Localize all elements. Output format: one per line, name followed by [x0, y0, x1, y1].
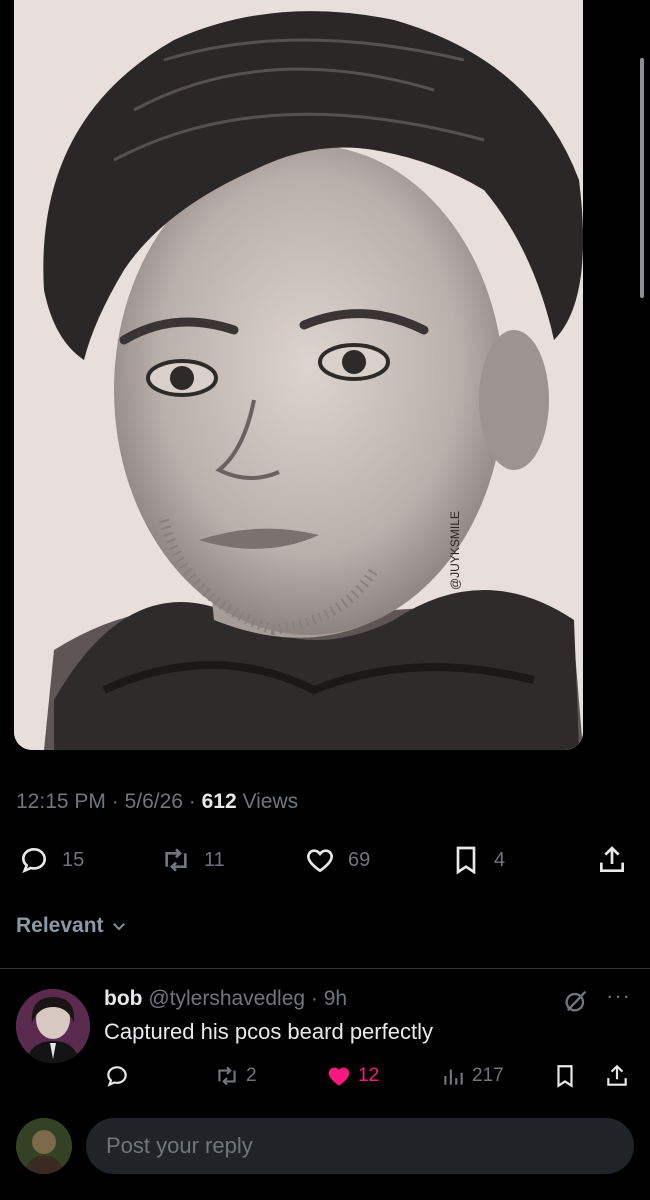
reply-views-count: 217 — [472, 1065, 504, 1086]
chevron-down-icon — [112, 923, 125, 931]
reply-icon — [107, 1066, 127, 1087]
reply-author-handle[interactable]: @tylershavedleg — [148, 987, 305, 1010]
sort-label: Relevant — [16, 914, 104, 937]
like-button[interactable]: 69 — [304, 836, 370, 884]
tweet-meta: 12:15 PM · 5/6/26 · 612 Views — [16, 790, 299, 813]
reply-count: 15 — [62, 848, 85, 871]
scrollbar[interactable] — [640, 58, 644, 298]
reply-actions: 2 12 217 — [0, 1059, 650, 1093]
avatar[interactable] — [16, 989, 90, 1063]
reply-like-button[interactable]: 12 — [326, 1059, 379, 1093]
reply-bookmark-button[interactable] — [552, 1059, 578, 1093]
reply-item[interactable]: bob @tylershavedleg · 9h ··· Captured hi… — [0, 969, 650, 1099]
reply-icon — [21, 847, 47, 874]
like-count: 69 — [348, 848, 371, 871]
reply-author-name[interactable]: bob — [104, 987, 142, 1010]
reply-share-button[interactable] — [604, 1059, 630, 1093]
tweet-time: 12:15 PM — [16, 790, 106, 813]
watermark: @JUYKSMILE — [448, 511, 462, 590]
bookmark-icon — [557, 1065, 573, 1088]
more-options-icon[interactable]: ··· — [606, 983, 631, 1009]
repost-count: 11 — [204, 848, 225, 871]
repost-icon — [165, 848, 187, 872]
reply-reply-button[interactable] — [104, 1059, 130, 1093]
portrait-drawing: @JUYKSMILE — [14, 0, 583, 750]
reply-header: bob @tylershavedleg · 9h — [104, 987, 348, 1010]
reply-composer — [0, 1110, 650, 1200]
user-avatar[interactable] — [16, 1118, 72, 1174]
bookmark-icon — [456, 846, 476, 875]
views-count: 612 — [201, 790, 237, 813]
repost-icon — [218, 1066, 236, 1086]
share-button[interactable] — [596, 836, 628, 884]
reply-views-button[interactable]: 217 — [440, 1059, 504, 1093]
tweet-actions: 15 11 69 4 — [0, 836, 650, 884]
bookmark-count: 4 — [494, 848, 506, 871]
replies-sort-selector[interactable]: Relevant — [16, 914, 128, 938]
reply-repost-button[interactable]: 2 — [214, 1059, 257, 1093]
tweet-date: 5/6/26 — [124, 790, 183, 813]
reply-time: 9h — [323, 987, 348, 1010]
reply-text: Captured his pcos beard perfectly — [104, 1019, 433, 1044]
tweet-media-image[interactable]: @JUYKSMILE — [14, 0, 583, 750]
like-filled-icon — [328, 1067, 350, 1086]
bookmark-button[interactable]: 4 — [450, 836, 505, 884]
reply-button[interactable]: 15 — [18, 836, 84, 884]
grok-icon[interactable] — [562, 987, 590, 1015]
reply-input[interactable] — [86, 1118, 634, 1174]
like-icon — [307, 849, 333, 873]
reply-like-count: 12 — [358, 1065, 380, 1086]
repost-button[interactable]: 11 — [160, 836, 225, 884]
share-icon — [607, 1064, 627, 1086]
views-chart-icon — [444, 1069, 463, 1085]
views-label: Views — [242, 790, 299, 813]
reply-repost-count: 2 — [246, 1065, 257, 1086]
share-icon — [600, 846, 624, 872]
